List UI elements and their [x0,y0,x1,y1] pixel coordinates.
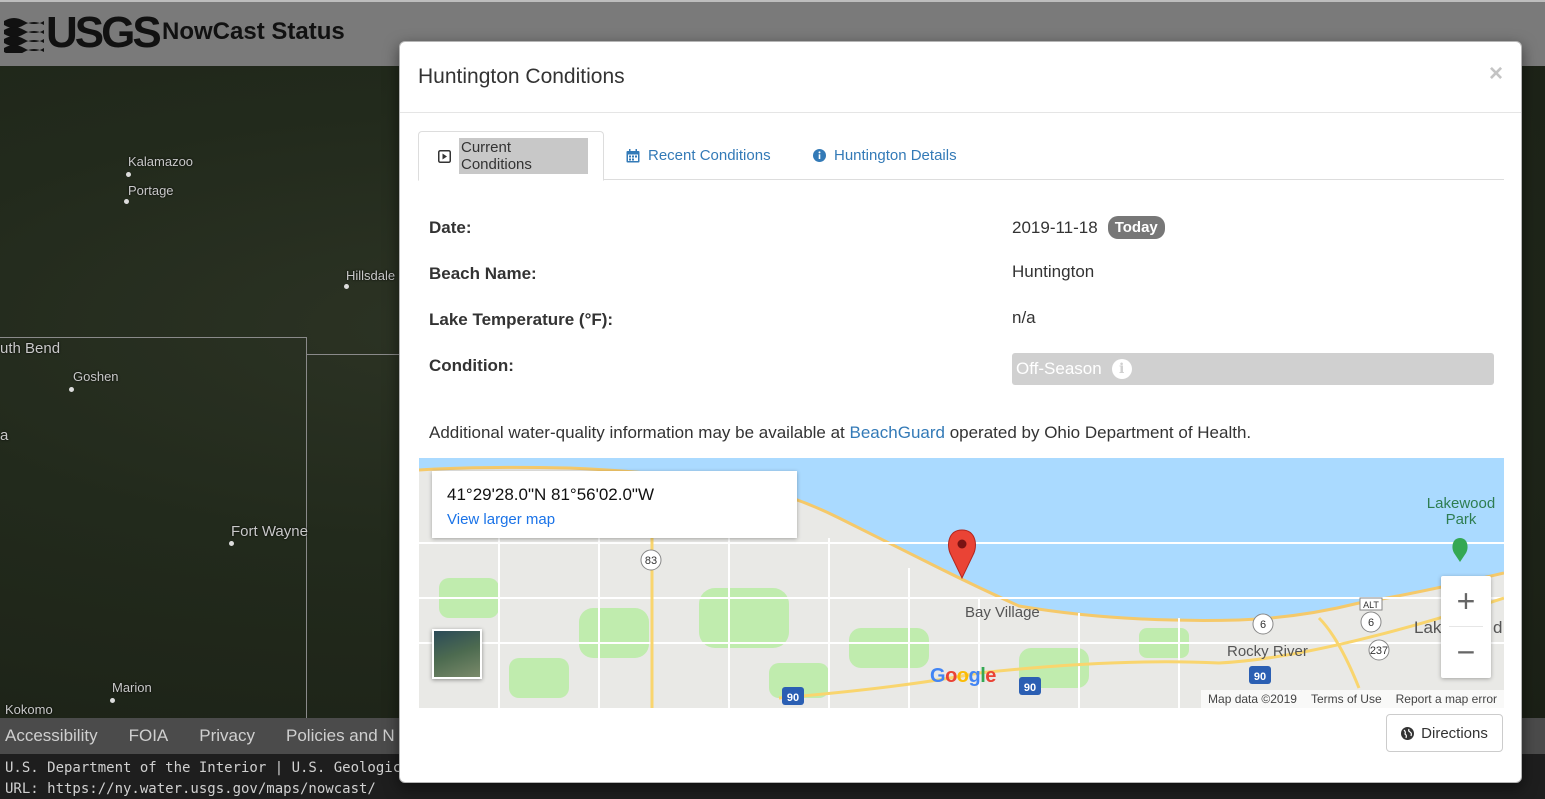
footer-link-privacy[interactable]: Privacy [199,726,255,746]
footer-link-policies[interactable]: Policies and N [286,726,395,746]
map-data-text: Map data ©2019 [1208,692,1297,706]
condition-label: Condition: [429,356,514,375]
today-badge: Today [1107,216,1165,239]
svg-text:6: 6 [1260,619,1266,631]
close-icon[interactable]: × [1489,60,1503,88]
info-icon[interactable]: i [1111,359,1132,379]
map-place-bay-village: Bay Village [965,604,1040,621]
modal-title: Huntington Conditions [418,65,625,88]
play-square-icon [438,149,451,163]
directions-button[interactable]: Directions [1386,714,1503,752]
map-place-lakewood-park: Lakewood Park [1426,495,1496,528]
modal-header: Huntington Conditions × [400,42,1521,113]
map-coordinates: 41°29'28.0"N 81°56'02.0"W [447,485,655,504]
tab-huntington-details[interactable]: Huntington Details [798,131,972,180]
lake-temperature-label: Lake Temperature (°F): [429,310,614,329]
report-map-error-link[interactable]: Report a map error [1396,692,1497,706]
date-value-wrap: 2019-11-18 Today [1012,216,1165,239]
row-beach-name: Beach Name: Huntington [429,256,1495,296]
map-place-label: Goshen [73,369,119,384]
map-place-label: a [0,427,9,444]
beach-name-label: Beach Name: [429,264,537,283]
additional-info-suffix: operated by Ohio Department of Health. [944,423,1252,442]
location-map[interactable]: 83 6 6 237 ALT 90 90 90 Bay Village Rock… [419,458,1504,708]
map-attribution: Map data ©2019 Terms of Use Report a map… [1201,690,1504,708]
map-place-label: Hillsdale [346,268,396,283]
additional-info-text: Additional water-quality information may… [429,423,1251,443]
lake-temperature-value: n/a [1012,308,1036,327]
tab-recent-conditions[interactable]: Recent Conditions [611,131,786,180]
map-place-label: Fort Wayne [231,523,308,540]
usgs-logo-text: USGS [46,8,162,57]
info-circle-icon [813,149,826,162]
conditions-modal: Huntington Conditions × Current Conditio… [399,41,1522,783]
calendar-icon [626,148,640,163]
route-83-shield: 83 [645,555,657,567]
tab-label: Huntington Details [834,147,957,164]
svg-text:90: 90 [1254,671,1266,683]
view-larger-map-link[interactable]: View larger map [447,511,555,528]
svg-text:ALT: ALT [1363,600,1379,610]
zoom-out-button[interactable]: − [1441,627,1491,678]
additional-info-prefix: Additional water-quality information may… [429,423,850,442]
map-place-label: Marion [112,680,152,695]
site-title: NowCast Status [162,18,345,45]
svg-text:90: 90 [787,692,799,704]
directions-label: Directions [1421,724,1488,742]
zoom-controls: + − [1441,576,1491,678]
footer-link-accessibility[interactable]: Accessibility [5,726,98,746]
condition-status-bar: Off-Season i [1012,353,1494,385]
beach-name-value: Huntington [1012,262,1095,281]
row-date: Date: 2019-11-18 Today [429,210,1495,250]
map-place-lakewood-partial: d [1493,618,1503,637]
map-place-lakewood: Lak [1414,618,1442,637]
google-logo: Google [930,665,996,687]
svg-text:6: 6 [1368,617,1374,629]
map-place-rocky-river: Rocky River [1227,643,1308,660]
map-place-label: Kokomo [5,702,53,717]
tab-current-conditions[interactable]: Current Conditions [418,131,604,181]
tab-label: Recent Conditions [648,147,771,164]
zoom-in-button[interactable]: + [1441,576,1491,627]
date-label: Date: [429,218,472,237]
satellite-toggle[interactable] [432,629,482,679]
row-lake-temperature: Lake Temperature (°F): n/a [429,302,1495,342]
modal-tabs: Current Conditions Recent Conditions Hun… [418,131,1504,181]
terms-of-use-link[interactable]: Terms of Use [1311,692,1382,706]
svg-text:237: 237 [1370,645,1388,657]
map-place-label: Portage [128,183,174,198]
map-place-label: uth Bend [0,340,61,357]
svg-text:90: 90 [1024,682,1036,694]
footer-link-foia[interactable]: FOIA [129,726,169,746]
beachguard-link[interactable]: BeachGuard [850,423,945,442]
usgs-waves-icon [4,18,44,53]
tab-label: Current Conditions [459,138,588,174]
usgs-logo[interactable]: USGS [4,8,162,57]
globe-icon [1401,726,1415,740]
map-place-label: Kalamazoo [128,154,194,169]
map-info-card: 41°29'28.0"N 81°56'02.0"W View larger ma… [432,471,797,538]
condition-value: Off-Season [1016,359,1102,378]
date-value: 2019-11-18 [1012,217,1098,237]
